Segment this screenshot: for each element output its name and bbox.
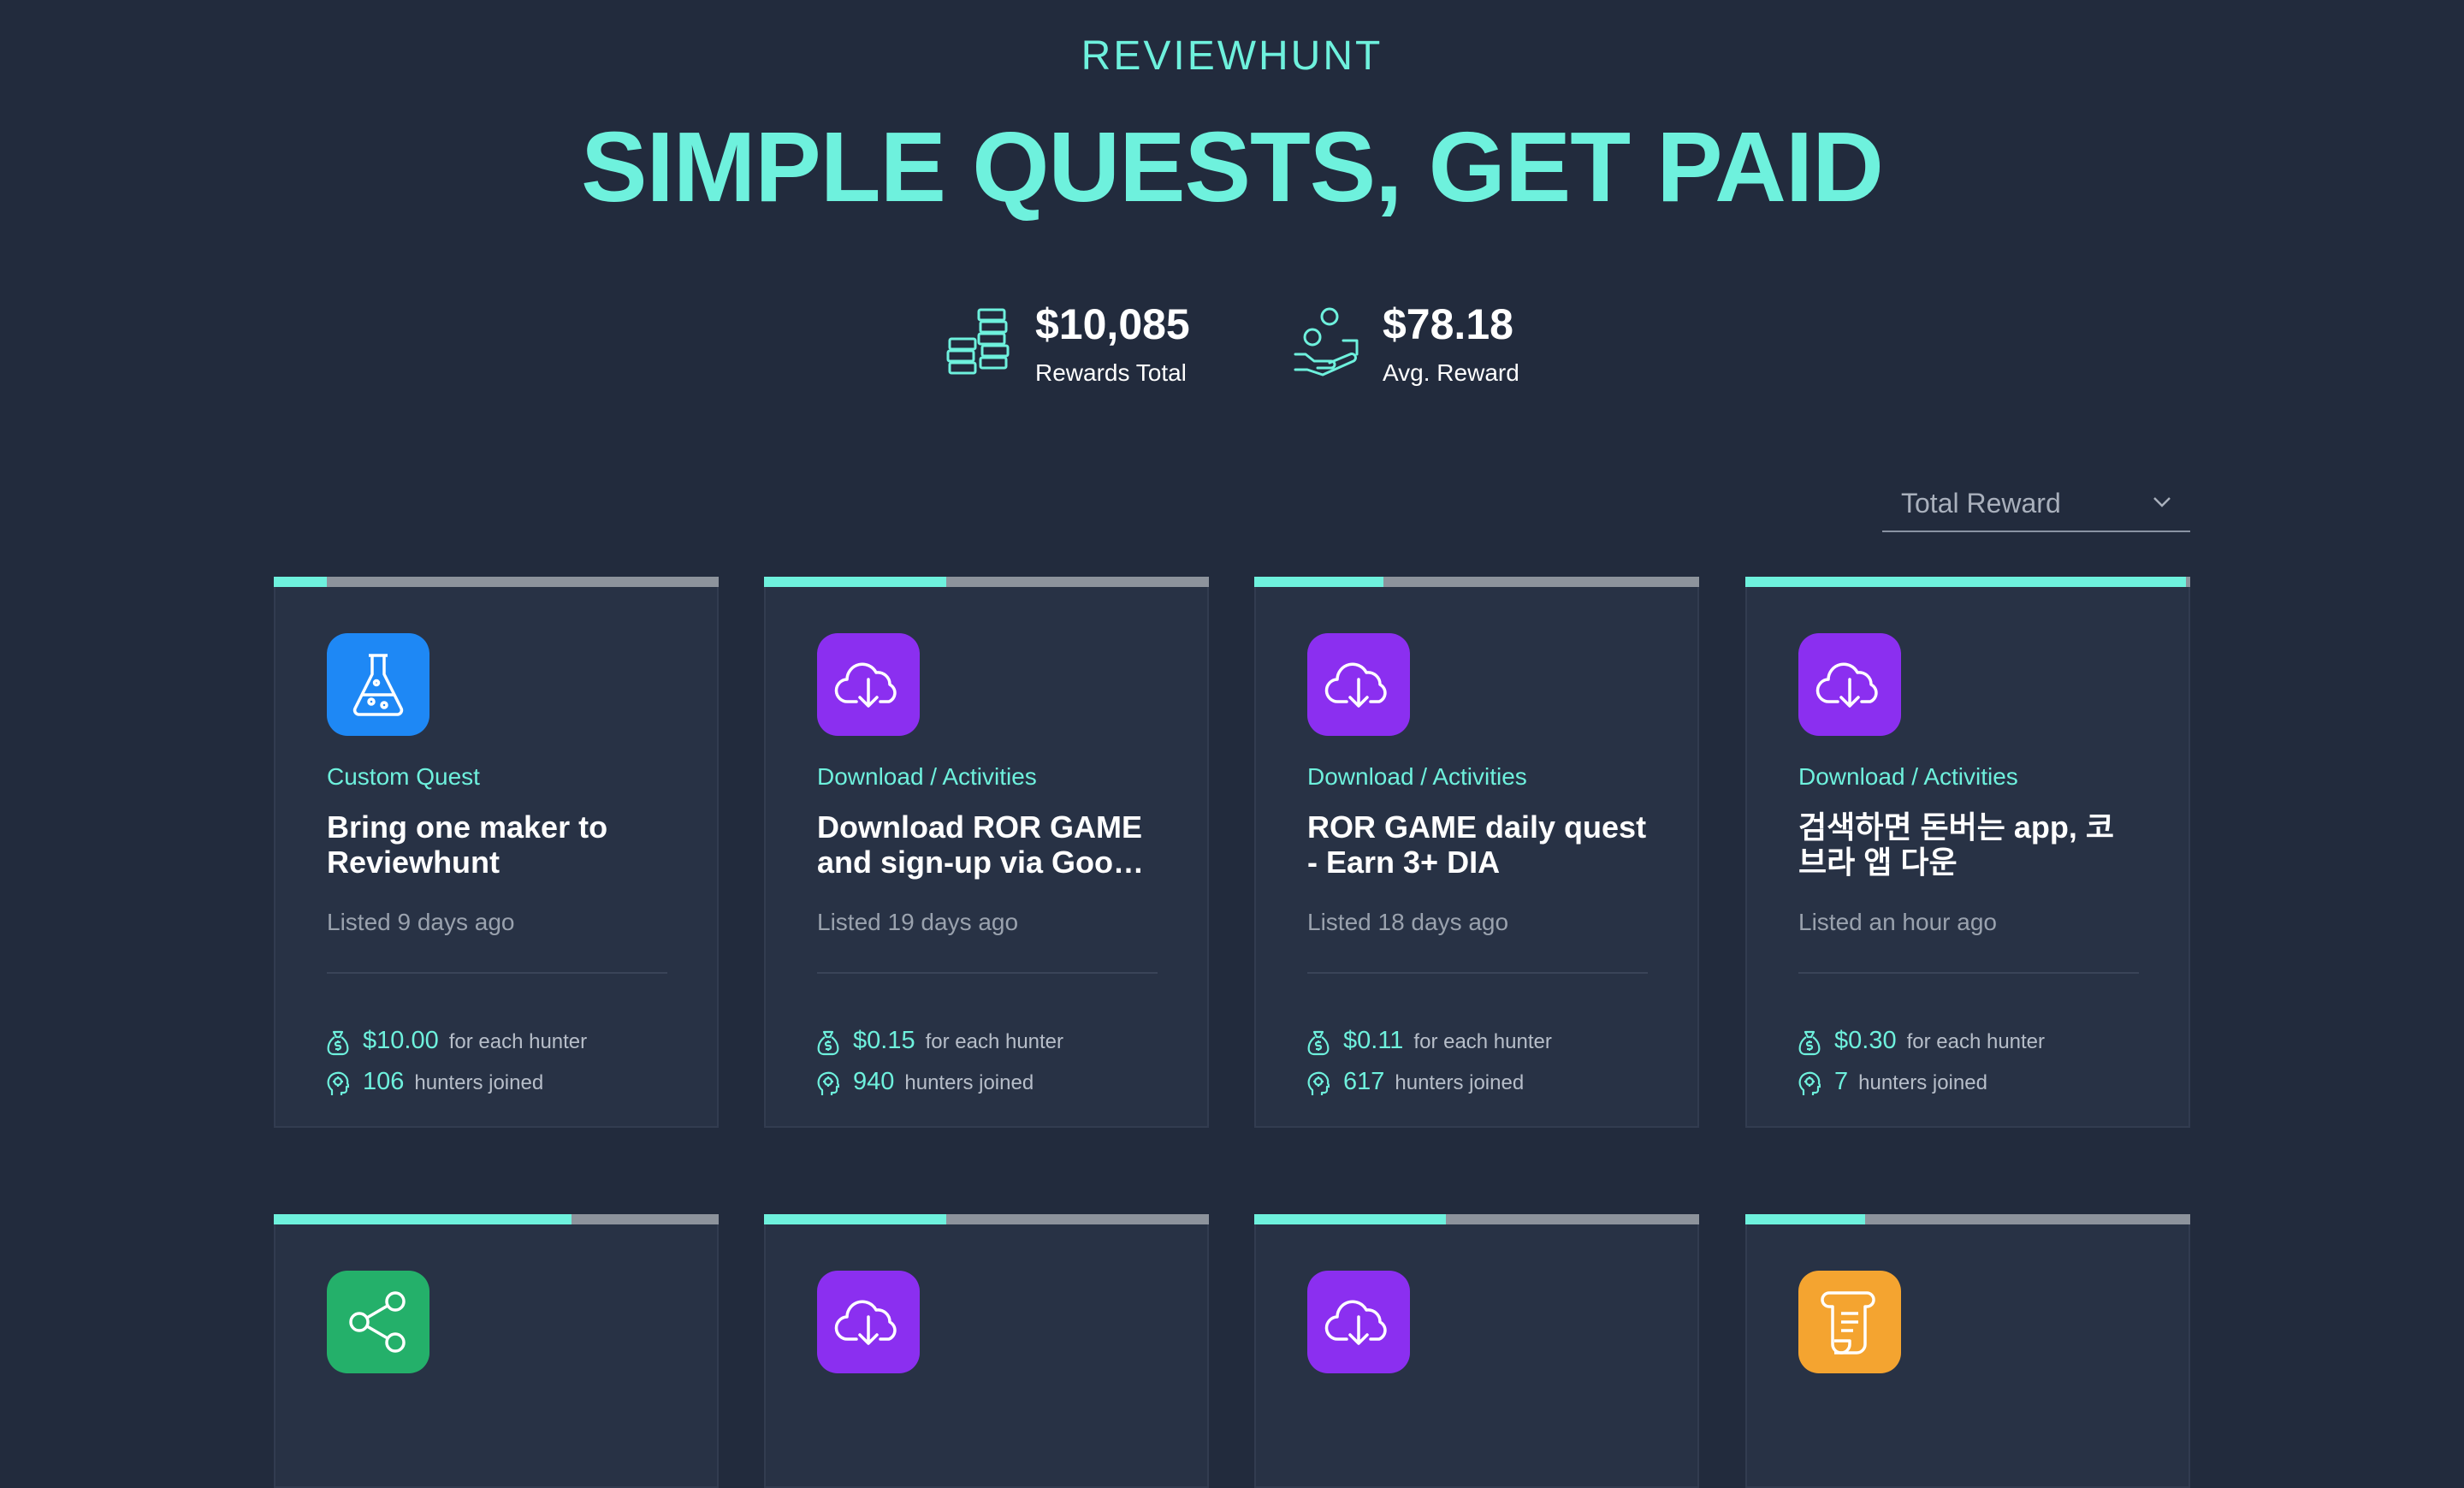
quest-card[interactable] xyxy=(1745,1214,2190,1488)
hunter-head-icon xyxy=(327,1071,349,1095)
quest-icon-tile xyxy=(817,1271,920,1373)
quest-icon-tile xyxy=(1798,1271,1901,1373)
quest-category: Custom Quest xyxy=(327,763,480,790)
brand-logo-text[interactable]: REVIEWHUNT xyxy=(0,33,2464,80)
quest-listed-date: Listed 19 days ago xyxy=(817,909,1019,935)
quest-progress-bar xyxy=(1745,577,2190,587)
quest-progress-fill xyxy=(1254,577,1383,587)
cloud-download-icon xyxy=(1815,662,1878,708)
quest-hunters-count: 940 xyxy=(853,1068,895,1095)
quest-title[interactable]: 검색하면 돈버는 app, 코브라 앱 다운 xyxy=(1798,809,2141,880)
hand-coins-icon xyxy=(1294,307,1359,376)
hunter-head-icon xyxy=(1798,1071,1821,1095)
quest-progress-fill xyxy=(764,1214,947,1224)
quest-reward-suffix: for each hunter xyxy=(1906,1030,2046,1053)
quest-listed-date: Listed an hour ago xyxy=(1798,909,1997,935)
quest-progress-fill xyxy=(1254,1214,1446,1224)
quest-card[interactable]: Custom Quest Bring one maker to Reviewhu… xyxy=(274,577,719,1128)
quest-icon-tile xyxy=(327,1271,429,1373)
quest-progress-bar xyxy=(1745,1214,2190,1224)
avg-reward-value: $78.18 xyxy=(1383,300,1513,348)
quest-progress-fill xyxy=(764,577,947,587)
money-bag-icon xyxy=(327,1030,349,1056)
share-icon xyxy=(349,1291,406,1353)
cloud-download-icon xyxy=(834,662,897,708)
avg-reward-label: Avg. Reward xyxy=(1383,359,1519,386)
quest-card[interactable] xyxy=(274,1214,719,1488)
quest-progress-bar xyxy=(764,1214,1209,1224)
hunter-head-icon xyxy=(1307,1071,1330,1095)
card-divider xyxy=(327,972,667,974)
quest-title-text: Bring one maker to Reviewhunt xyxy=(327,809,608,880)
quest-reward-value: $0.11 xyxy=(1343,1027,1404,1054)
quest-reward-suffix: for each hunter xyxy=(1413,1030,1552,1053)
quest-reward-value: $0.15 xyxy=(853,1027,915,1054)
card-divider xyxy=(817,972,1158,974)
quest-icon-tile xyxy=(327,633,429,736)
hunter-head-icon xyxy=(817,1071,839,1095)
quest-hunters-count: 617 xyxy=(1343,1068,1385,1095)
quest-reward-suffix: for each hunter xyxy=(925,1030,1064,1053)
quest-title[interactable]: Bring one maker to Reviewhunt xyxy=(327,809,669,880)
quest-title-text: 검색하면 돈버는 app, 코브라 앱 다운 xyxy=(1798,809,2114,880)
quest-icon-tile xyxy=(817,633,920,736)
quest-card[interactable] xyxy=(764,1214,1209,1488)
quest-hunters-count: 106 xyxy=(363,1068,405,1095)
quest-title-text: Download ROR GAME and sign-up via Google… xyxy=(817,809,1158,880)
quest-progress-fill xyxy=(274,577,328,587)
quest-hunters-suffix: hunters joined xyxy=(1858,1071,1987,1094)
quest-card[interactable] xyxy=(1254,1214,1699,1488)
quest-listed-date: Listed 18 days ago xyxy=(1307,909,1509,935)
cloud-download-icon xyxy=(1324,1300,1387,1345)
page-headline: SIMPLE QUESTS, GET PAID xyxy=(581,111,1884,222)
quest-category: Download / Activities xyxy=(1798,763,2018,790)
quest-card[interactable]: Download / Activities 검색하면 돈버는 app, 코브라 … xyxy=(1745,577,2190,1128)
quest-card[interactable]: Download / Activities Download ROR GAME … xyxy=(764,577,1209,1128)
quest-icon-tile xyxy=(1307,1271,1410,1373)
quest-category: Download / Activities xyxy=(1307,763,1527,790)
cloud-download-icon xyxy=(834,1300,897,1345)
quest-hunters-suffix: hunters joined xyxy=(904,1071,1034,1094)
quest-hunters-suffix: hunters joined xyxy=(1395,1071,1525,1094)
money-bag-icon xyxy=(1798,1030,1821,1056)
money-bag-icon xyxy=(817,1030,839,1056)
money-bag-icon xyxy=(1307,1030,1330,1056)
quest-progress-fill xyxy=(274,1214,572,1224)
quest-card[interactable]: Download / Activities ROR GAME daily que… xyxy=(1254,577,1699,1128)
scroll-icon xyxy=(1821,1291,1875,1355)
quest-title[interactable]: Download ROR GAME and sign-up via Google… xyxy=(817,809,1159,880)
cloud-download-icon xyxy=(1324,662,1387,708)
quest-reward-value: $10.00 xyxy=(363,1027,439,1054)
quest-icon-tile xyxy=(1307,633,1410,736)
rewards-total-label: Rewards Total xyxy=(1035,359,1187,386)
quest-progress-bar xyxy=(274,1214,719,1224)
rewards-total-value: $10,085 xyxy=(1035,300,1190,348)
quest-progress-fill xyxy=(1745,1214,1866,1224)
quest-progress-bar xyxy=(1254,1214,1699,1224)
quest-hunters-suffix: hunters joined xyxy=(414,1071,544,1094)
quest-reward-value: $0.30 xyxy=(1834,1027,1897,1054)
quest-progress-fill xyxy=(1745,577,2186,587)
quest-listed-date: Listed 9 days ago xyxy=(327,909,515,935)
quest-title-text: ROR GAME daily quest - Earn 3+ DIA xyxy=(1307,809,1647,880)
sort-select[interactable]: Total Reward xyxy=(1882,479,2190,532)
coin-stacks-icon xyxy=(946,308,1010,375)
quest-progress-bar xyxy=(274,577,719,587)
flask-icon xyxy=(352,654,404,716)
card-divider xyxy=(1307,972,1648,974)
quest-title[interactable]: ROR GAME daily quest - Earn 3+ DIA xyxy=(1307,809,1650,880)
quest-hunters-count: 7 xyxy=(1834,1068,1849,1095)
quest-reward-suffix: for each hunter xyxy=(448,1030,588,1053)
quest-progress-bar xyxy=(764,577,1209,587)
quest-icon-tile xyxy=(1798,633,1901,736)
quest-progress-bar xyxy=(1254,577,1699,587)
chevron-down-icon xyxy=(2153,497,2171,507)
sort-selected-label: Total Reward xyxy=(1901,488,2061,519)
quest-category: Download / Activities xyxy=(817,763,1037,790)
card-divider xyxy=(1798,972,2139,974)
